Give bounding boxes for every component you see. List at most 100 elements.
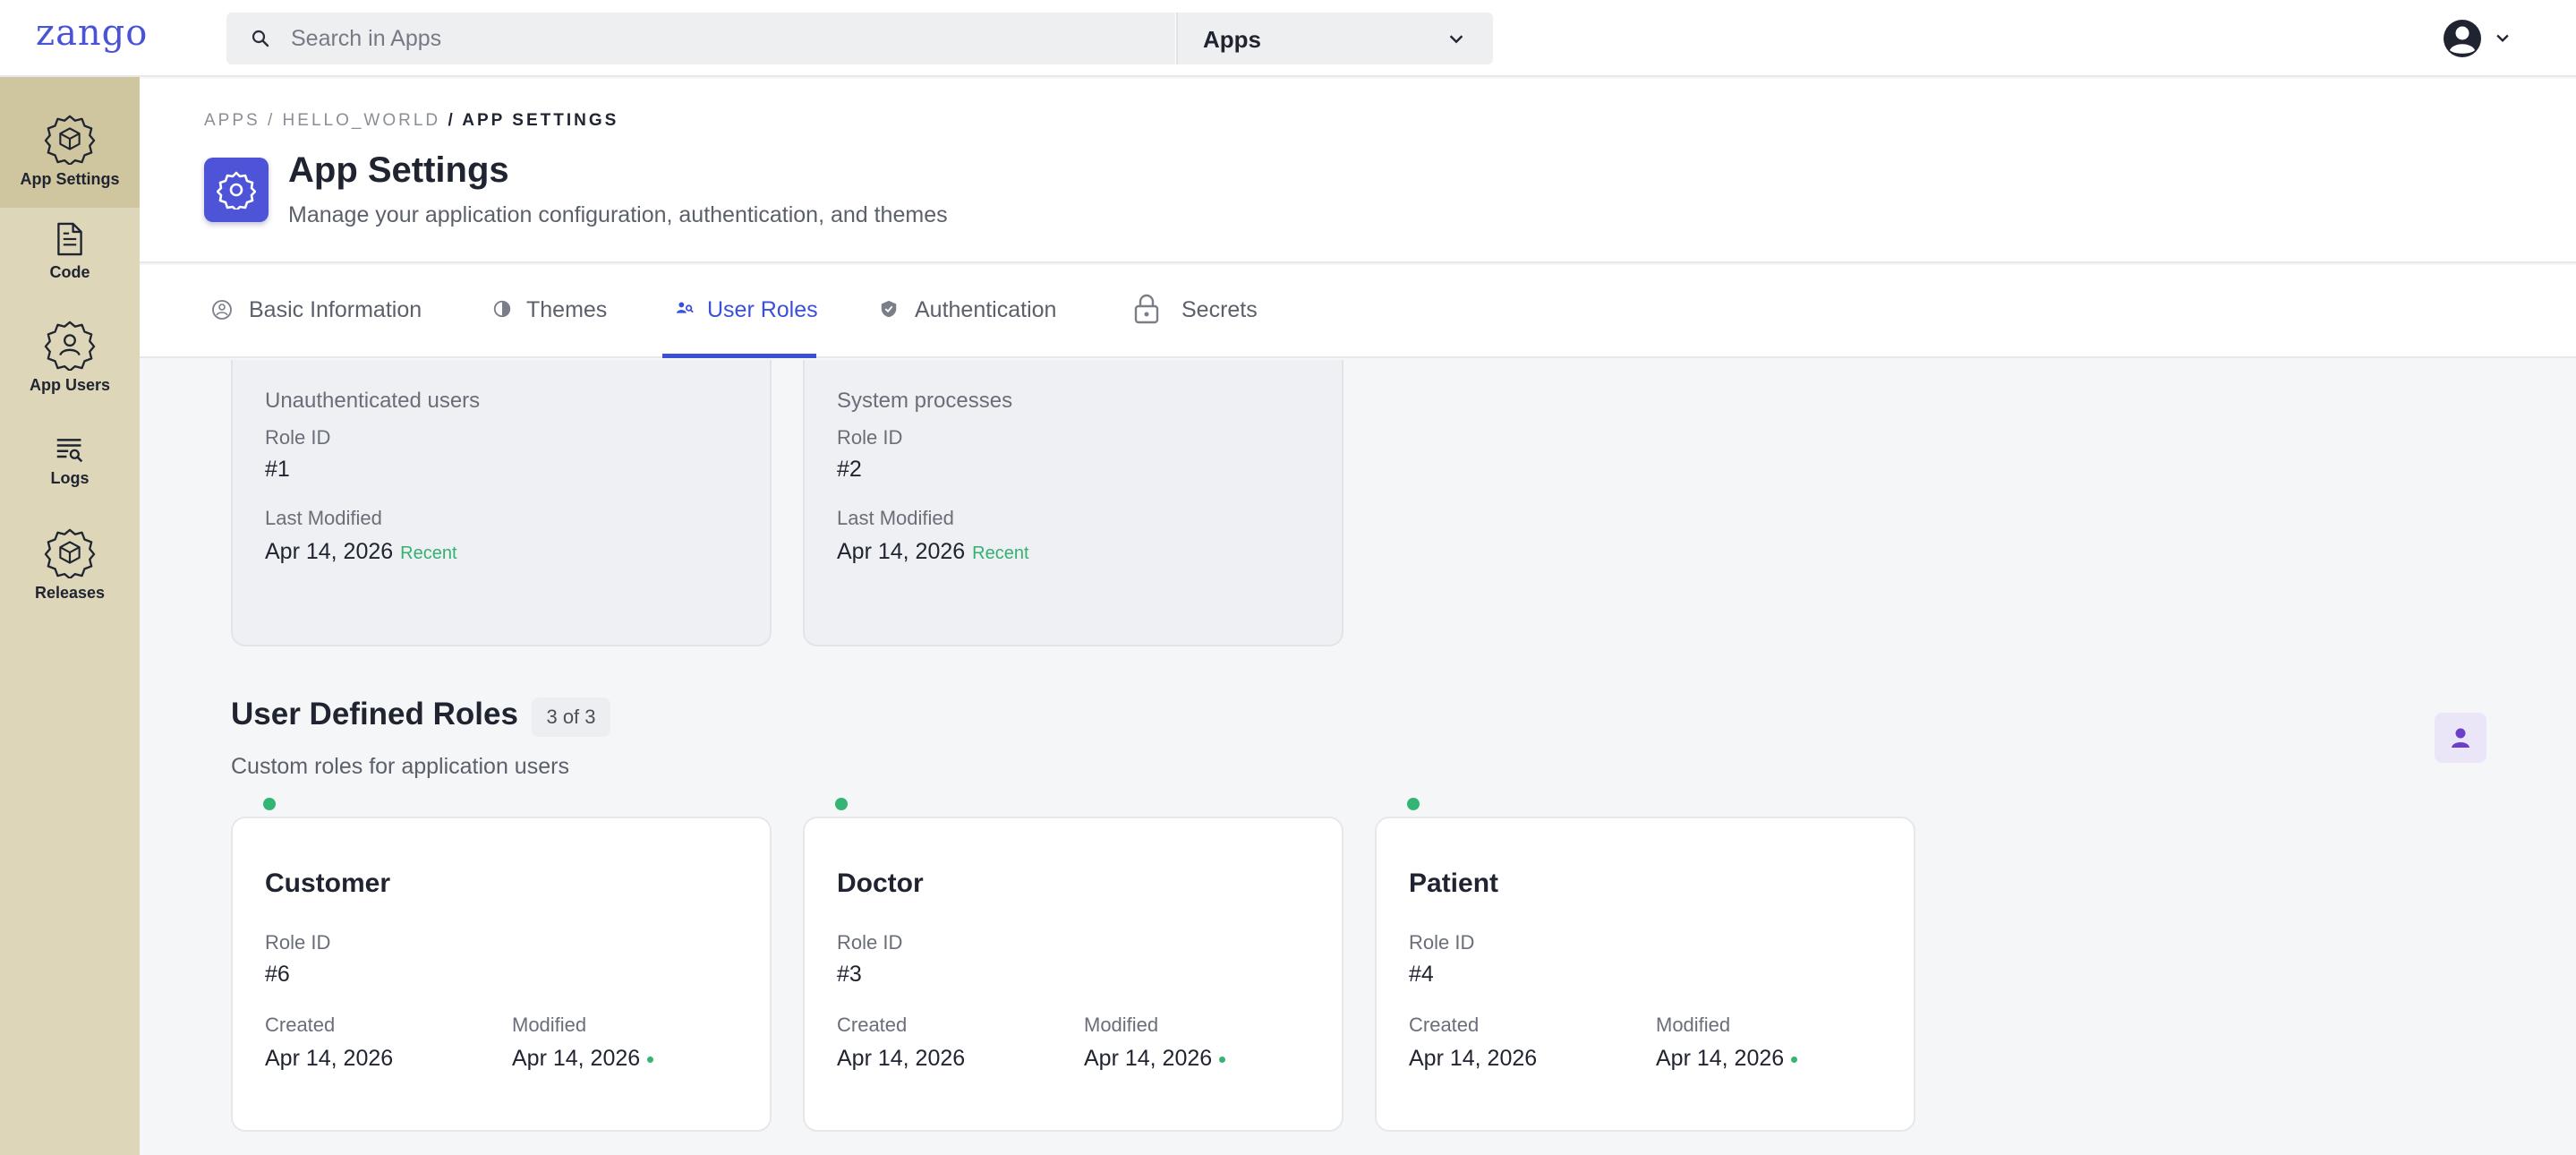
tab-user-roles[interactable]: User Roles (662, 265, 818, 358)
recent-badge: Recent (972, 543, 1029, 563)
sidebar-item-label: App Users (29, 376, 111, 394)
sidebar-item-label: Code (49, 263, 90, 281)
tab-secrets[interactable]: Secrets (1133, 265, 1276, 358)
status-dot (263, 798, 276, 810)
chevron-down-icon (1449, 35, 1463, 44)
search-box[interactable] (226, 13, 1175, 64)
created-value: Apr 14, 2026 (837, 1046, 966, 1071)
breadcrumb-current: / APP SETTINGS (448, 111, 619, 130)
search-input[interactable] (291, 13, 1150, 64)
role-id-label: Role ID (1409, 931, 1475, 954)
sidebar-item-code[interactable]: Code (0, 220, 140, 310)
tab-themes[interactable]: Themes (492, 265, 653, 358)
tab-authentication[interactable]: Authentication (879, 265, 1094, 358)
app-type-select-value: Apps (1203, 26, 1261, 53)
last-modified-value: Apr 14, 2026 Recent (265, 539, 457, 565)
person-icon (2452, 728, 2469, 748)
created-value: Apr 14, 2026 (265, 1046, 394, 1071)
last-modified-value: Apr 14, 2026 Recent (837, 539, 1029, 565)
users-gear-icon (44, 321, 96, 371)
tab-label: Basic Information (249, 297, 422, 322)
role-card-patient[interactable]: Patient Role ID #4 Created Apr 14, 2026 … (1375, 817, 1915, 1132)
section-subtitle: Custom roles for application users (231, 754, 569, 779)
code-file-icon (57, 222, 82, 256)
modified-label: Modified (1656, 1014, 1731, 1036)
sidebar-item-releases[interactable]: Releases (0, 526, 140, 634)
role-id-value: #2 (837, 457, 862, 482)
sidebar-item-label: App Settings (20, 170, 120, 188)
recent-badge: Recent (400, 543, 457, 563)
tab-label: Themes (526, 297, 608, 322)
sidebar: App Settings Code App Users Logs Release… (0, 77, 140, 1155)
breadcrumb-apps[interactable]: APPS (204, 111, 260, 130)
system-role-card[interactable]: System processes Role ID #2 Last Modifie… (803, 360, 1343, 646)
settings-cube-icon (44, 115, 96, 165)
role-count-badge: 3 of 3 (532, 697, 610, 737)
profile-chevron-down-icon[interactable] (2494, 29, 2512, 47)
modified-date: Apr 14, 2026 (512, 1046, 641, 1071)
recent-dot (1219, 1056, 1226, 1063)
gear-icon (217, 171, 256, 210)
role-id-value: #3 (837, 962, 862, 987)
sidebar-item-label: Logs (50, 469, 90, 487)
info-icon (212, 300, 232, 320)
modified-value: Apr 14, 2026 (512, 1046, 654, 1072)
add-role-button[interactable] (2435, 713, 2486, 763)
created-value: Apr 14, 2026 (1409, 1046, 1538, 1071)
last-modified-label: Last Modified (837, 507, 954, 529)
sidebar-item-app-settings[interactable]: App Settings (0, 77, 140, 208)
created-label: Created (1409, 1014, 1480, 1036)
profile-avatar-icon[interactable] (2442, 18, 2483, 59)
lock-icon (1134, 294, 1159, 324)
last-modified-date: Apr 14, 2026 (265, 539, 394, 564)
last-modified-label: Last Modified (265, 507, 382, 529)
status-dot (1407, 798, 1420, 810)
role-name: Doctor (837, 868, 924, 898)
role-description: System processes (837, 389, 1013, 413)
modified-date: Apr 14, 2026 (1084, 1046, 1213, 1071)
sidebar-item-app-users[interactable]: App Users (0, 319, 140, 426)
role-id-value: #4 (1409, 962, 1434, 987)
app-settings-badge (204, 158, 269, 222)
breadcrumb: APPS / HELLO_WORLD / APP SETTINGS (204, 111, 618, 131)
sidebar-item-logs[interactable]: Logs (0, 432, 140, 521)
top-bar: zango Apps (0, 0, 2576, 77)
created-label: Created (837, 1014, 908, 1036)
modified-value: Apr 14, 2026 (1084, 1046, 1226, 1072)
user-roles-icon (676, 302, 694, 313)
modified-date: Apr 14, 2026 (1656, 1046, 1785, 1071)
breadcrumb-app[interactable]: HELLO_WORLD (283, 111, 441, 130)
app-type-select[interactable]: Apps (1176, 13, 1493, 64)
role-card-customer[interactable]: Customer Role ID #6 Created Apr 14, 2026… (231, 817, 772, 1132)
settings-tabs: Basic Information Themes User Roles Auth… (140, 265, 2576, 358)
zango-logo[interactable]: zango (36, 13, 148, 54)
tab-label: User Roles (707, 297, 818, 322)
role-description: Unauthenticated users (265, 389, 481, 413)
breadcrumb-separator: / (267, 111, 276, 130)
tab-label: Authentication (915, 297, 1057, 322)
modified-label: Modified (1084, 1014, 1159, 1036)
role-id-value: #6 (265, 962, 290, 987)
role-name: Customer (265, 868, 391, 898)
modified-value: Apr 14, 2026 (1656, 1046, 1798, 1072)
logs-search-icon (56, 439, 83, 463)
page-header: APPS / HELLO_WORLD / APP SETTINGS App Se… (140, 79, 2576, 263)
system-role-card[interactable]: Unauthenticated users Role ID #1 Last Mo… (231, 360, 772, 646)
role-card-doctor[interactable]: Doctor Role ID #3 Created Apr 14, 2026 M… (803, 817, 1343, 1132)
palette-icon (493, 300, 511, 318)
tab-basic-information[interactable]: Basic Information (211, 265, 498, 358)
search-icon (252, 30, 269, 47)
recent-dot (1791, 1056, 1798, 1063)
page-subtitle: Manage your application configuration, a… (288, 202, 948, 227)
modified-label: Modified (512, 1014, 587, 1036)
role-id-value: #1 (265, 457, 290, 482)
page-title: App Settings (288, 150, 509, 190)
role-id-label: Role ID (837, 931, 903, 954)
last-modified-date: Apr 14, 2026 (837, 539, 966, 564)
tab-label: Secrets (1181, 297, 1258, 322)
releases-cube-icon (44, 528, 96, 578)
recent-dot (647, 1056, 654, 1063)
sidebar-item-label: Releases (34, 584, 106, 602)
status-dot (835, 798, 848, 810)
role-id-label: Role ID (837, 426, 903, 449)
